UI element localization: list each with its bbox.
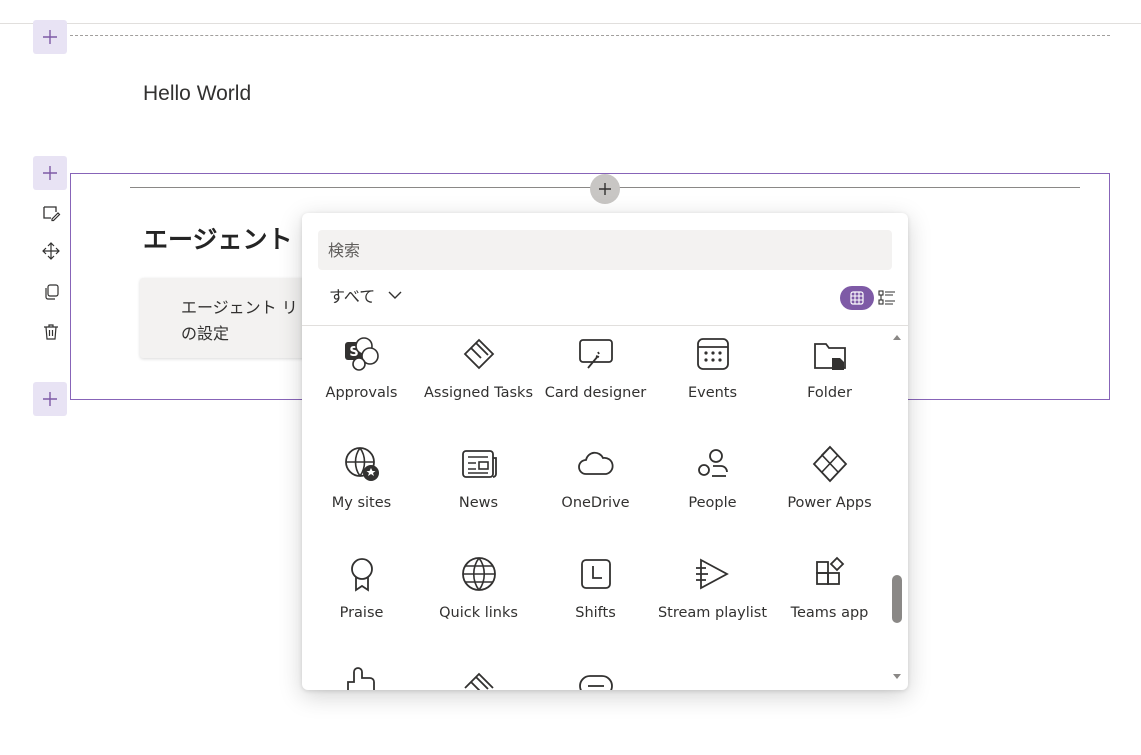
tile-quick-links[interactable]: Quick links bbox=[420, 546, 537, 646]
grid-view-toggle[interactable] bbox=[840, 286, 874, 310]
plus-icon bbox=[43, 392, 57, 406]
like-icon bbox=[346, 667, 375, 690]
tile-teams-app[interactable]: Teams app bbox=[771, 546, 888, 646]
edit-icon bbox=[43, 206, 61, 222]
hello-text: Hello World bbox=[143, 82, 252, 105]
tile-stream-playlist[interactable]: Stream playlist bbox=[654, 546, 771, 646]
tile-partial-3[interactable] bbox=[537, 656, 654, 690]
people-icon bbox=[697, 449, 728, 477]
tile-partial-2[interactable] bbox=[420, 656, 537, 690]
add-section-button-bottom[interactable] bbox=[33, 382, 67, 416]
tile-label: Card designer bbox=[544, 385, 647, 401]
teams-app-icon bbox=[815, 556, 844, 585]
card-designer-icon bbox=[578, 339, 613, 369]
onedrive-icon bbox=[577, 451, 614, 475]
tile-label: People bbox=[688, 495, 737, 511]
tile-label: News bbox=[458, 495, 499, 511]
tile-label: Approvals bbox=[325, 385, 398, 401]
power-apps-icon bbox=[812, 445, 847, 483]
stream-playlist-icon bbox=[695, 558, 729, 590]
tile-people[interactable]: People bbox=[654, 436, 771, 536]
webpart-picker-panel: すべて S Approvals Assigned Tasks Card desi… bbox=[302, 213, 908, 690]
tile-label: Power Apps bbox=[787, 495, 872, 511]
tile-label: My sites bbox=[331, 495, 392, 511]
move-section-button[interactable] bbox=[38, 238, 64, 264]
move-icon bbox=[42, 242, 60, 260]
tile-label: Folder bbox=[807, 385, 852, 401]
add-webpart-button[interactable] bbox=[590, 174, 620, 204]
quick-links-icon bbox=[461, 557, 496, 591]
plus-icon bbox=[43, 166, 57, 180]
scroll-down-arrow[interactable] bbox=[891, 671, 903, 683]
tile-onedrive[interactable]: OneDrive bbox=[537, 436, 654, 536]
tile-label: Stream playlist bbox=[657, 605, 768, 621]
tile-events[interactable]: Events bbox=[654, 326, 771, 426]
section-title: エージェント bbox=[143, 225, 293, 254]
link-icon bbox=[578, 675, 613, 690]
tile-label: Teams app bbox=[790, 605, 869, 621]
tile-label: Praise bbox=[339, 605, 384, 621]
events-icon bbox=[696, 338, 729, 370]
shifts-icon bbox=[580, 559, 611, 589]
filter-label: すべて bbox=[329, 287, 376, 306]
assigned-tasks-icon bbox=[463, 338, 494, 370]
tile-label: OneDrive bbox=[561, 495, 630, 511]
edit-section-button[interactable] bbox=[38, 200, 64, 226]
tile-praise[interactable]: Praise bbox=[303, 546, 420, 646]
tile-assigned-tasks[interactable]: Assigned Tasks bbox=[420, 326, 537, 426]
plus-icon bbox=[599, 183, 611, 195]
tile-shifts[interactable]: Shifts bbox=[537, 546, 654, 646]
chevron-down-icon bbox=[388, 291, 402, 299]
tile-card-designer[interactable]: Card designer bbox=[537, 326, 654, 426]
tile-folder[interactable]: Folder bbox=[771, 326, 888, 426]
tile-label: Shifts bbox=[575, 605, 616, 621]
top-divider bbox=[0, 23, 1141, 24]
tile-news[interactable]: News bbox=[420, 436, 537, 536]
trash-icon bbox=[44, 324, 58, 340]
scroll-up-arrow[interactable] bbox=[891, 331, 903, 343]
delete-section-button[interactable] bbox=[38, 319, 64, 345]
my-sites-icon bbox=[344, 447, 379, 481]
tile-my-sites[interactable]: My sites bbox=[303, 436, 420, 536]
scrollbar-thumb[interactable] bbox=[892, 575, 902, 623]
praise-icon bbox=[350, 558, 373, 592]
tile-partial-1[interactable] bbox=[303, 656, 420, 690]
duplicate-section-button[interactable] bbox=[38, 279, 64, 305]
copy-icon bbox=[45, 284, 59, 300]
list-view-toggle[interactable] bbox=[878, 289, 896, 307]
tile-power-apps[interactable]: Power Apps bbox=[771, 436, 888, 536]
news-icon bbox=[461, 450, 497, 478]
tile-label: Quick links bbox=[439, 605, 518, 621]
category-filter-dropdown[interactable]: すべて bbox=[329, 283, 403, 307]
tasks-icon bbox=[463, 672, 494, 690]
tile-approvals[interactable]: S Approvals bbox=[303, 326, 420, 426]
add-section-button-top[interactable] bbox=[33, 20, 67, 54]
add-section-button-middle[interactable] bbox=[33, 156, 67, 190]
grid-icon bbox=[850, 291, 864, 305]
folder-icon bbox=[813, 343, 846, 370]
search-input[interactable] bbox=[318, 230, 892, 270]
tile-label: Events bbox=[687, 385, 738, 401]
webpart-grid: S Approvals Assigned Tasks Card designer… bbox=[302, 326, 890, 690]
tile-label: Assigned Tasks bbox=[423, 385, 534, 401]
section-dashed-divider bbox=[70, 35, 1110, 36]
approvals-icon: S bbox=[344, 337, 379, 371]
plus-icon bbox=[43, 30, 57, 44]
